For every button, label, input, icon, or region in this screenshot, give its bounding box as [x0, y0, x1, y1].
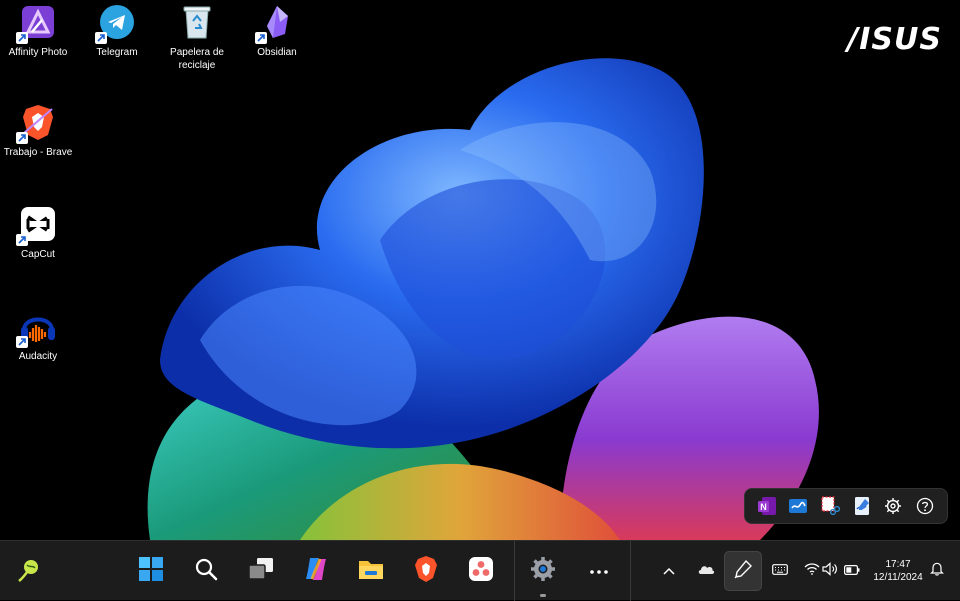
journal-icon[interactable] [849, 493, 875, 519]
shortcut-arrow-icon [16, 132, 28, 144]
asana-icon [468, 556, 494, 587]
shortcut-arrow-icon [16, 234, 28, 246]
start-icon [138, 556, 164, 587]
pen-icon [733, 559, 753, 584]
running-indicator [540, 594, 546, 597]
file-explorer-icon [357, 556, 385, 587]
desktop-icon-label: CapCut [21, 249, 55, 260]
desktop-icon-affinity-photo[interactable]: Affinity Photo [0, 2, 76, 59]
shortcut-arrow-icon [255, 32, 267, 44]
task-view-icon [247, 556, 275, 587]
copilot-button[interactable] [296, 551, 336, 591]
bloom-wallpaper [147, 58, 819, 540]
settings-button[interactable] [523, 551, 563, 597]
brave-icon [16, 102, 58, 144]
search-button[interactable] [186, 551, 226, 591]
start-button[interactable] [131, 551, 171, 591]
brave-icon [414, 555, 438, 588]
desktop-icon-label: Papelera de reciclaje [170, 47, 224, 71]
copilot-icon [302, 555, 330, 588]
touch-keyboard-button[interactable] [768, 559, 792, 583]
clock-time: 17:47 [885, 559, 911, 570]
chevron-up-icon [663, 562, 675, 580]
shortcut-arrow-icon [16, 32, 28, 44]
clock[interactable]: 17:47 12/11/2024 [864, 558, 932, 584]
help-icon[interactable] [912, 493, 938, 519]
volume-button[interactable] [818, 559, 842, 583]
volume-icon [822, 561, 838, 581]
keyboard-icon [772, 562, 788, 580]
desktop-icon-recycle-bin[interactable]: Papelera de reciclaje [159, 2, 235, 72]
onenote-icon[interactable]: N [754, 493, 780, 519]
desktop-icon-trabajo-brave[interactable]: Trabajo - Brave [0, 102, 76, 159]
desktop-icon-label: Audacity [18, 351, 58, 362]
widgets-button[interactable] [10, 551, 50, 591]
desktop-icon-audacity[interactable]: Audacity [0, 306, 76, 363]
pen-menu-button[interactable] [724, 551, 762, 591]
desktop-icon-capcut[interactable]: CapCut [0, 204, 76, 261]
whiteboard-icon[interactable] [785, 493, 811, 519]
shortcut-arrow-icon [16, 336, 28, 348]
more-icon [589, 562, 609, 580]
desktop-icon-obsidian[interactable]: Obsidian [239, 2, 315, 59]
gear-icon[interactable] [880, 493, 906, 519]
asana-button[interactable] [461, 551, 501, 591]
battery-button[interactable] [840, 559, 864, 583]
obsidian-icon [255, 2, 297, 44]
desktop-icon-label: Obsidian [257, 47, 297, 58]
snipping-tool-icon[interactable] [817, 493, 843, 519]
taskbar [0, 540, 960, 601]
settings-icon [529, 555, 557, 588]
file-explorer-button[interactable] [351, 551, 391, 591]
capcut-icon [16, 204, 58, 246]
shortcut-arrow-icon [95, 32, 107, 44]
onedrive-icon [697, 562, 715, 580]
desktop-icon-label: Telegram [96, 47, 138, 58]
brave-button[interactable] [406, 551, 446, 591]
taskbar-divider [514, 541, 515, 601]
telegram-icon [95, 2, 137, 44]
taskbar-divider [630, 541, 631, 601]
show-hidden-icons-button[interactable] [657, 559, 681, 583]
recycle-bin-icon [177, 2, 217, 42]
notifications-icon [930, 561, 944, 581]
audacity-icon [16, 306, 58, 348]
desktop-icon-label: Trabajo - Brave [3, 147, 73, 158]
task-view-button[interactable] [241, 551, 281, 591]
battery-icon [844, 562, 860, 580]
onedrive-button[interactable] [694, 559, 718, 583]
desktop: /ISUS Affinity Photo Telegram Papelera d… [0, 0, 960, 540]
desktop-icon-telegram[interactable]: Telegram [79, 2, 155, 59]
widgets-icon [16, 555, 44, 588]
desktop-icon-label: Affinity Photo [8, 47, 68, 58]
asus-logo: /ISUS [847, 22, 942, 57]
more-apps-button[interactable] [579, 551, 619, 591]
svg-text:N: N [760, 502, 767, 512]
search-icon [194, 557, 218, 586]
pen-menu-flyout: N [744, 488, 948, 524]
affinity-photo-icon [16, 2, 58, 44]
clock-date: 12/11/2024 [873, 572, 923, 583]
